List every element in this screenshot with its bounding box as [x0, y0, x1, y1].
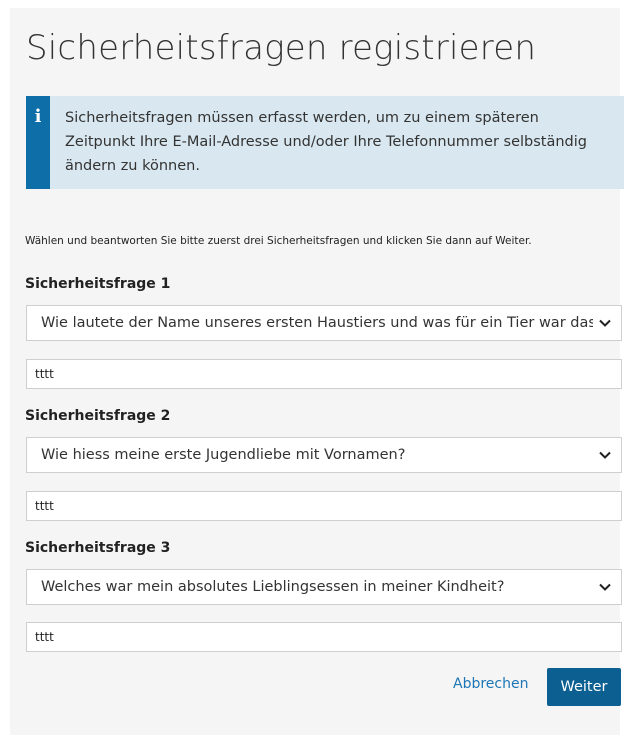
- chevron-down-icon: [599, 451, 611, 459]
- question-3-select[interactable]: Welches war mein absolutes Lieblingsesse…: [26, 569, 622, 605]
- question-3-answer-input[interactable]: [26, 622, 622, 652]
- cancel-link[interactable]: Abbrechen: [453, 676, 528, 692]
- question-1-label: Sicherheitsfrage 1: [25, 276, 171, 292]
- question-1-select[interactable]: Wie lautete der Name unseres ersten Haus…: [26, 305, 622, 341]
- question-2-select[interactable]: Wie hiess meine erste Jugendliebe mit Vo…: [26, 437, 622, 473]
- intro-text: Wählen und beantworten Sie bitte zuerst …: [25, 235, 532, 247]
- question-3-selected-value: Welches war mein absolutes Lieblingsesse…: [41, 579, 505, 595]
- question-2-label: Sicherheitsfrage 2: [25, 408, 171, 424]
- question-1-answer-input[interactable]: [26, 359, 622, 389]
- question-3-label: Sicherheitsfrage 3: [25, 540, 171, 556]
- info-icon-bar: i: [26, 96, 50, 189]
- security-questions-card: Sicherheitsfragen registrieren i Sicherh…: [10, 8, 624, 735]
- chevron-down-icon: [599, 319, 611, 327]
- info-box: i Sicherheitsfragen müssen erfasst werde…: [26, 96, 624, 189]
- question-1-selected-value: Wie lautete der Name unseres ersten Haus…: [41, 315, 593, 331]
- next-button[interactable]: Weiter: [547, 668, 621, 706]
- page-title: Sicherheitsfragen registrieren: [26, 28, 537, 68]
- info-text: Sicherheitsfragen müssen erfasst werden,…: [64, 110, 587, 174]
- info-icon: i: [34, 106, 42, 127]
- question-2-selected-value: Wie hiess meine erste Jugendliebe mit Vo…: [41, 447, 406, 463]
- question-2-answer-input[interactable]: [26, 491, 622, 521]
- chevron-down-icon: [599, 583, 611, 591]
